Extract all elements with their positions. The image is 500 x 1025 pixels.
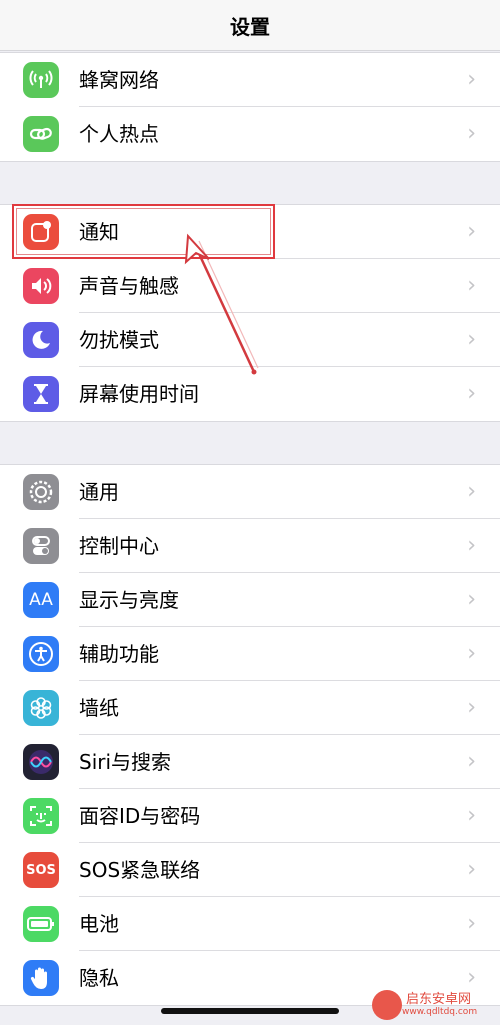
- row-sos[interactable]: SOS SOS紧急联络 ›: [0, 843, 500, 897]
- watermark-text: 启东安卓网: [406, 992, 472, 1007]
- watermark-logo-icon: [372, 990, 402, 1020]
- row-label: Siri与搜索: [79, 750, 172, 774]
- chevron-right-icon: ›: [467, 749, 476, 774]
- chevron-right-icon: ›: [467, 803, 476, 828]
- display-icon-text: AA: [29, 590, 53, 610]
- settings-group-network: 蜂窝网络 › 个人热点 ›: [0, 52, 500, 162]
- hotspot-icon: [23, 116, 59, 152]
- row-control-center[interactable]: 控制中心 ›: [0, 519, 500, 573]
- row-sounds[interactable]: 声音与触感 ›: [0, 259, 500, 313]
- chevron-right-icon: ›: [467, 327, 476, 352]
- row-screen-time[interactable]: 屏幕使用时间 ›: [0, 367, 500, 421]
- row-hotspot[interactable]: 个人热点 ›: [0, 107, 500, 161]
- row-label: 蜂窝网络: [79, 68, 159, 92]
- row-label: 屏幕使用时间: [79, 382, 199, 406]
- row-label: 面容ID与密码: [79, 804, 201, 828]
- chevron-right-icon: ›: [467, 219, 476, 244]
- row-face-id[interactable]: 面容ID与密码 ›: [0, 789, 500, 843]
- watermark: 启东安卓网 www.qdltdq.com: [372, 985, 500, 1025]
- chevron-right-icon: ›: [467, 121, 476, 146]
- hourglass-icon: [23, 376, 59, 412]
- display-icon: AA: [23, 582, 59, 618]
- row-label: 声音与触感: [79, 274, 179, 298]
- sos-icon: SOS: [23, 852, 59, 888]
- home-indicator[interactable]: [161, 1008, 339, 1014]
- row-do-not-disturb[interactable]: 勿扰模式 ›: [0, 313, 500, 367]
- highlight-box: [12, 204, 275, 259]
- sos-icon-text: SOS: [26, 862, 56, 878]
- chevron-right-icon: ›: [467, 695, 476, 720]
- moon-icon: [23, 322, 59, 358]
- row-label: 控制中心: [79, 534, 159, 558]
- row-wallpaper[interactable]: 墙纸 ›: [0, 681, 500, 735]
- chevron-right-icon: ›: [467, 533, 476, 558]
- row-label: 电池: [79, 912, 119, 936]
- row-cellular[interactable]: 蜂窝网络 ›: [0, 53, 500, 107]
- row-general[interactable]: 通用 ›: [0, 465, 500, 519]
- accessibility-icon: [23, 636, 59, 672]
- row-label: 个人热点: [79, 122, 159, 146]
- row-label: 墙纸: [79, 696, 119, 720]
- row-label: 勿扰模式: [79, 328, 159, 352]
- row-label: 通用: [79, 480, 119, 504]
- chevron-right-icon: ›: [467, 857, 476, 882]
- wallpaper-icon: [23, 690, 59, 726]
- hand-icon: [23, 960, 59, 996]
- chevron-right-icon: ›: [467, 67, 476, 92]
- row-label: SOS紧急联络: [79, 858, 201, 882]
- row-label: 显示与亮度: [79, 588, 179, 612]
- chevron-right-icon: ›: [467, 911, 476, 936]
- page-title: 设置: [230, 14, 270, 39]
- battery-icon: [23, 906, 59, 942]
- nav-bar: 设置: [0, 0, 500, 51]
- watermark-url: www.qdltdq.com: [402, 1007, 478, 1017]
- chevron-right-icon: ›: [467, 587, 476, 612]
- toggles-icon: [23, 528, 59, 564]
- row-display[interactable]: AA 显示与亮度 ›: [0, 573, 500, 627]
- gear-icon: [23, 474, 59, 510]
- chevron-right-icon: ›: [467, 641, 476, 666]
- chevron-right-icon: ›: [467, 479, 476, 504]
- settings-group-general: 通用 › 控制中心 › AA 显示与亮度 › 辅助功能 › 墙纸 › Siri与…: [0, 464, 500, 1006]
- siri-icon: [23, 744, 59, 780]
- row-label: 辅助功能: [79, 642, 159, 666]
- row-battery[interactable]: 电池 ›: [0, 897, 500, 951]
- sound-icon: [23, 268, 59, 304]
- chevron-right-icon: ›: [467, 381, 476, 406]
- faceid-icon: [23, 798, 59, 834]
- row-siri[interactable]: Siri与搜索 ›: [0, 735, 500, 789]
- row-label: 隐私: [79, 966, 119, 990]
- cellular-icon: [23, 62, 59, 98]
- chevron-right-icon: ›: [467, 273, 476, 298]
- row-accessibility[interactable]: 辅助功能 ›: [0, 627, 500, 681]
